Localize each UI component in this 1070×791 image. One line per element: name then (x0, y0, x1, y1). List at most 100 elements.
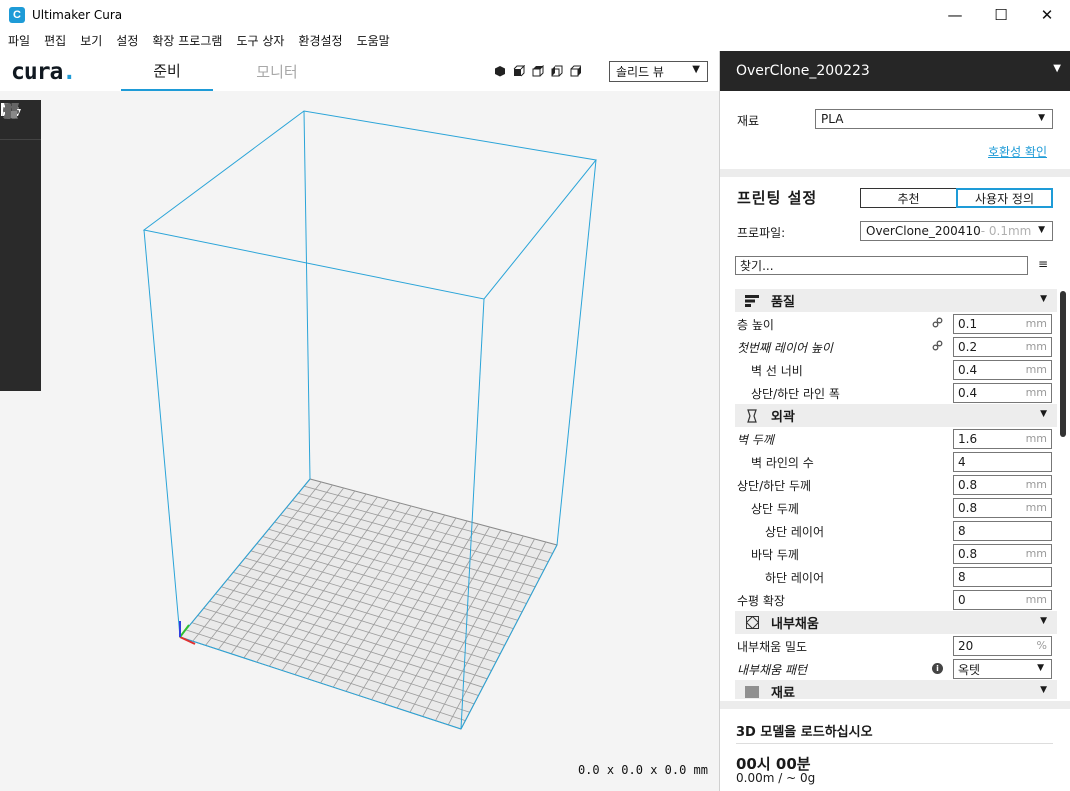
chevron-down-icon: ▼ (1038, 113, 1045, 123)
setting-row: 바닥 두께 0.8 mm (735, 542, 1057, 565)
menu-view[interactable]: 보기 (73, 32, 109, 49)
setting-row: 상단/하단 라인 폭 0.4 mm (735, 381, 1057, 404)
window-controls: — ☐ ✕ (932, 0, 1070, 30)
chevron-down-icon: ▼ (1040, 409, 1047, 419)
mirror-tool-button[interactable] (0, 103, 41, 300)
setting-row: 상단 두께 0.8 mm (735, 496, 1057, 519)
move-tool-button[interactable] (0, 103, 41, 180)
setting-value-field[interactable]: 0.2 mm (953, 337, 1052, 357)
setting-label: 층 높이 (737, 318, 774, 332)
link-icon[interactable] (932, 340, 943, 354)
settings-category-material[interactable]: 재료 ▼ (735, 680, 1057, 699)
setting-value-field[interactable]: 8 (953, 521, 1052, 541)
setting-label: 첫번째 레이어 높이 (737, 341, 833, 355)
setting-value-field[interactable]: 1.6 mm (953, 429, 1052, 449)
tab-prepare[interactable]: 준비 (121, 51, 213, 91)
material-icon (745, 685, 759, 699)
setting-value-field[interactable]: 0.8 mm (953, 498, 1052, 518)
menu-toolbox[interactable]: 도구 상자 (229, 32, 291, 49)
setting-value-field[interactable]: 8 (953, 567, 1052, 587)
compatibility-link[interactable]: 호환성 확인 (988, 143, 1047, 160)
material-amount: 0.00m / ~ 0g (736, 771, 816, 785)
unit-label: mm (1025, 340, 1047, 353)
machine-selector[interactable]: OverClone_200223 ▼ (720, 51, 1070, 91)
setting-row: 첫번째 레이어 높이 0.2 mm (735, 335, 1057, 358)
settings-scrollbar[interactable] (1060, 291, 1066, 437)
menu-preferences[interactable]: 환경설정 (291, 32, 349, 49)
settings-search-input[interactable]: 찾기... (735, 256, 1028, 275)
support-blocker-button[interactable] (0, 104, 41, 380)
window-title: Ultimaker Cura (32, 8, 123, 22)
setting-value-field[interactable]: 0.1 mm (953, 314, 1052, 334)
setting-row: 내부채움 패턴 i 옥텟 ▼ (735, 657, 1057, 680)
unit-label: % (1036, 639, 1047, 652)
menu-edit[interactable]: 편집 (37, 32, 73, 49)
setting-row: 수평 확장 0 mm (735, 588, 1057, 611)
print-settings-title: 프린팅 설정 (737, 189, 818, 207)
machine-name: OverClone_200223 (736, 63, 870, 79)
setting-value-field[interactable]: 0.4 mm (953, 383, 1052, 403)
settings-visibility-menu-icon[interactable]: ≡ (1038, 257, 1048, 271)
build-volume (142, 110, 597, 730)
settings-category-shell[interactable]: 외곽 ▼ (735, 404, 1057, 427)
load-model-message: 3D 모델을 로드하십시오 (736, 725, 873, 740)
tool-sidebar (0, 100, 41, 391)
settings-category-infill[interactable]: 내부채움 ▼ (735, 611, 1057, 634)
setting-value-field[interactable]: 4 (953, 452, 1052, 472)
chevron-down-icon: ▼ (1038, 225, 1045, 235)
view-front-icon[interactable] (513, 65, 525, 77)
profile-label: 프로파일: (737, 226, 786, 240)
setting-value-field[interactable]: 0 mm (953, 590, 1052, 610)
minimize-button[interactable]: — (932, 0, 978, 30)
setting-row: 벽 라인의 수 4 (735, 450, 1057, 473)
view-3d-icon[interactable] (494, 65, 506, 77)
setting-value-field[interactable]: 옥텟 ▼ (953, 659, 1052, 679)
setting-value-field[interactable]: 0.8 mm (953, 544, 1052, 564)
menu-help[interactable]: 도움말 (350, 32, 397, 49)
setting-label: 벽 두께 (737, 433, 774, 447)
recommended-mode-button[interactable]: 추천 (860, 188, 957, 208)
setting-value-field[interactable]: 0.8 mm (953, 475, 1052, 495)
category-label: 내부채움 (771, 617, 819, 632)
view-mode-select[interactable]: 솔리드 뷰 ▼ (609, 61, 708, 82)
unit-label: mm (1025, 501, 1047, 514)
settings-category-quality[interactable]: 품질 ▼ (735, 289, 1057, 312)
category-label: 품질 (771, 295, 795, 310)
maximize-button[interactable]: ☐ (978, 0, 1024, 30)
setting-label: 내부채움 패턴 (737, 663, 808, 677)
view-left-icon[interactable] (551, 65, 563, 77)
rotate-tool-button[interactable] (0, 103, 41, 260)
custom-mode-button[interactable]: 사용자 정의 (956, 188, 1053, 208)
setting-value-field[interactable]: 20% (953, 636, 1052, 656)
3d-viewport[interactable]: 0.0 x 0.0 x 0.0 mm (0, 91, 719, 791)
setting-row: 벽 두께 1.6 mm (735, 427, 1057, 450)
tab-monitor[interactable]: 모니터 (231, 51, 323, 91)
unit-label: mm (1025, 317, 1047, 330)
material-select[interactable]: PLA ▼ (815, 109, 1053, 129)
menu-file[interactable]: 파일 (0, 32, 37, 49)
menu-settings[interactable]: 설정 (109, 32, 145, 49)
setting-label: 상단/하단 두께 (737, 479, 812, 493)
view-right-icon[interactable] (570, 65, 582, 77)
print-summary: 3D 모델을 로드하십시오 00시 00분 0.00m / ~ 0g (720, 701, 1070, 791)
profile-select[interactable]: OverClone_200410 - 0.1mm ▼ (860, 221, 1053, 241)
setting-label: 수평 확장 (737, 594, 785, 608)
setting-label: 벽 라인의 수 (751, 456, 814, 470)
setting-label: 벽 선 너비 (751, 364, 803, 378)
cura-logo: cura. (11, 59, 76, 85)
chevron-down-icon: ▼ (1037, 663, 1044, 673)
setting-value-field[interactable]: 0.4 mm (953, 360, 1052, 380)
stage-header: cura. 준비 모니터 솔리드 뷰 ▼ (0, 51, 719, 91)
setting-row: 벽 선 너비 0.4 mm (735, 358, 1057, 381)
category-label: 재료 (771, 686, 795, 699)
close-button[interactable]: ✕ (1024, 0, 1070, 30)
per-model-settings-button[interactable] (0, 103, 41, 340)
unit-label: mm (1025, 432, 1047, 445)
scale-tool-button[interactable] (0, 104, 41, 220)
setting-label: 내부채움 밀도 (737, 640, 808, 654)
quality-icon (745, 294, 759, 308)
info-icon[interactable]: i (932, 663, 943, 674)
view-top-icon[interactable] (532, 65, 544, 77)
link-icon[interactable] (932, 317, 943, 331)
menu-extensions[interactable]: 확장 프로그램 (145, 32, 229, 49)
